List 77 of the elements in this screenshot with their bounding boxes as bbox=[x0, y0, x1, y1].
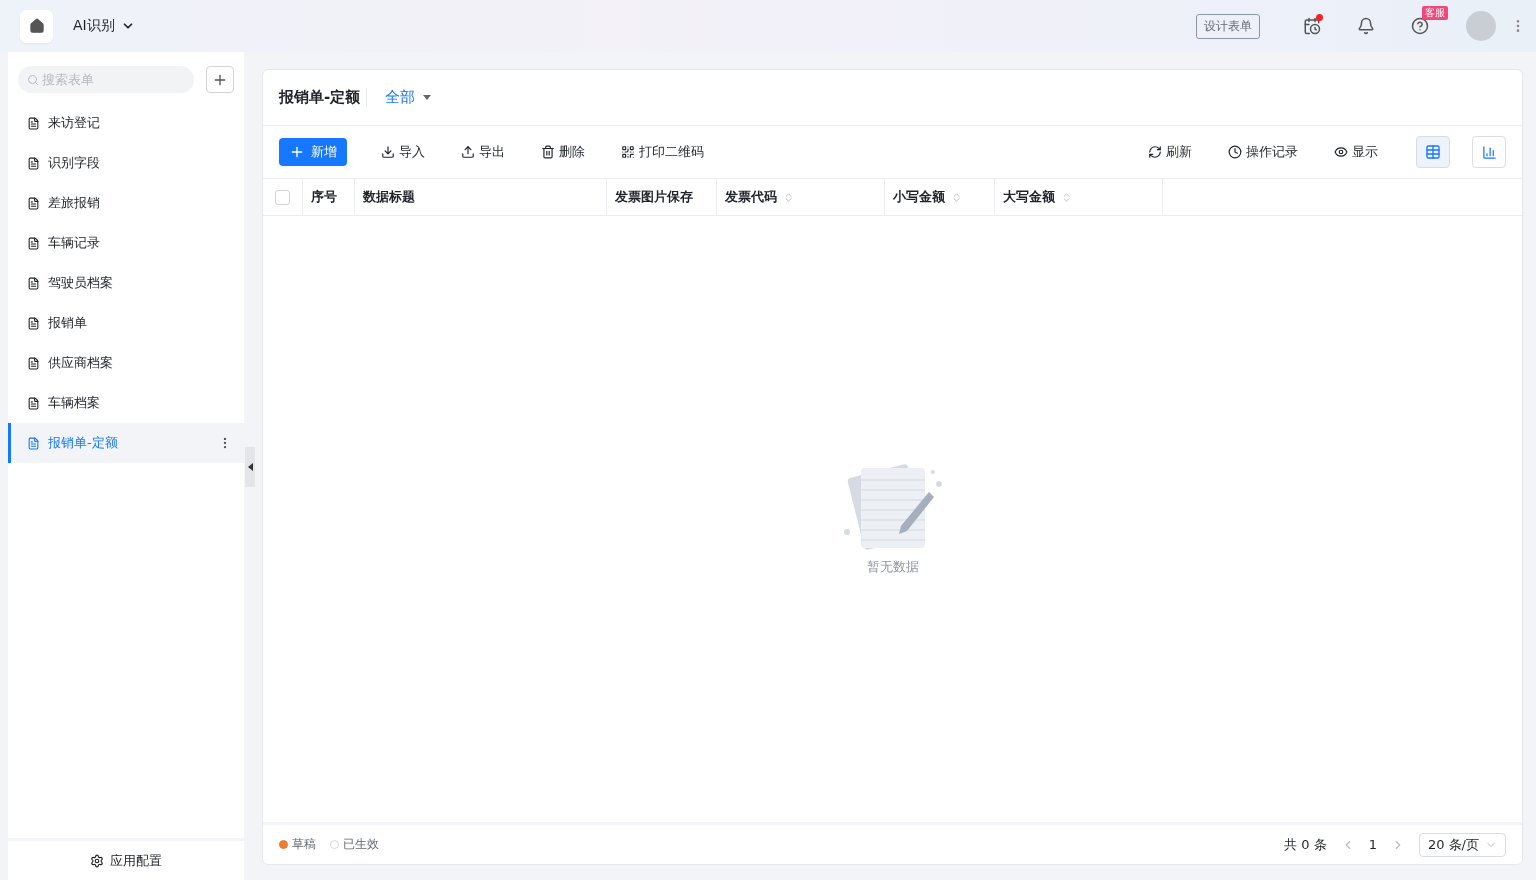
caret-icon bbox=[423, 95, 432, 100]
column-header[interactable]: 发票图片保存 bbox=[607, 179, 717, 215]
eye-icon bbox=[1334, 145, 1348, 159]
sidebar-item[interactable]: 供应商档案 bbox=[8, 343, 244, 383]
table-view-button[interactable] bbox=[1416, 136, 1450, 168]
help-icon bbox=[1411, 17, 1429, 35]
column-header[interactable]: 数据标题 bbox=[355, 179, 607, 215]
select-all-checkbox[interactable] bbox=[275, 189, 290, 205]
form-icon bbox=[27, 436, 40, 450]
print-qrcode-button[interactable]: 打印二维码 bbox=[611, 143, 714, 161]
total-count: 共 0 条 bbox=[1284, 835, 1327, 854]
form-icon bbox=[27, 316, 40, 330]
app-switcher[interactable]: AI识别 bbox=[67, 16, 141, 36]
design-form-button[interactable]: 设计表单 bbox=[1196, 13, 1260, 39]
home-button[interactable] bbox=[20, 9, 53, 43]
import-button[interactable]: 导入 bbox=[371, 143, 435, 161]
empty-text: 暂无数据 bbox=[866, 558, 919, 576]
sidebar-item[interactable]: 车辆档案 bbox=[8, 383, 244, 423]
status-legend: 已生效 bbox=[330, 836, 379, 853]
history-button[interactable]: 操作记录 bbox=[1218, 143, 1308, 161]
sidebar-item-label: 供应商档案 bbox=[48, 354, 114, 372]
refresh-button[interactable]: 刷新 bbox=[1138, 143, 1202, 161]
column-header[interactable]: 小写金额 bbox=[885, 179, 995, 215]
display-button[interactable]: 显示 bbox=[1324, 143, 1388, 161]
caret-left-icon bbox=[247, 463, 253, 471]
sidebar-item[interactable]: 车辆记录 bbox=[8, 223, 244, 263]
sidebar-item[interactable]: 驾驶员档案 bbox=[8, 263, 244, 303]
status-legend: 草稿 bbox=[279, 836, 316, 853]
form-icon bbox=[27, 396, 40, 410]
sidebar-item[interactable]: 识别字段 bbox=[8, 143, 244, 183]
sidebar-item[interactable]: 报销单 bbox=[8, 303, 244, 343]
filter-dropdown[interactable]: 全部 bbox=[379, 87, 438, 108]
add-button[interactable]: 新增 bbox=[279, 138, 347, 166]
sidebar-item-label: 报销单 bbox=[48, 314, 88, 332]
home-icon bbox=[28, 18, 45, 34]
sidebar-item-label: 驾驶员档案 bbox=[48, 274, 114, 292]
sidebar-item[interactable]: 报销单-定额 bbox=[8, 423, 244, 463]
form-icon bbox=[27, 236, 40, 250]
sidebar-item-label: 识别字段 bbox=[48, 154, 101, 172]
qrcode-icon bbox=[621, 145, 635, 159]
sidebar-item[interactable]: 差旅报销 bbox=[8, 183, 244, 223]
column-header[interactable]: 大写金额 bbox=[995, 179, 1163, 215]
column-header[interactable]: 发票代码 bbox=[717, 179, 885, 215]
bell-icon bbox=[1357, 17, 1375, 35]
add-form-button[interactable] bbox=[206, 66, 234, 93]
form-icon bbox=[27, 116, 40, 130]
page-number[interactable]: 1 bbox=[1368, 837, 1377, 852]
sidebar-item-label: 来访登记 bbox=[48, 114, 101, 132]
download-icon bbox=[381, 145, 395, 159]
sidebar-item-label: 报销单-定额 bbox=[48, 434, 119, 452]
clock-icon bbox=[1228, 145, 1242, 159]
column-header[interactable]: 序号 bbox=[303, 179, 355, 215]
form-icon bbox=[27, 356, 40, 370]
bar-chart-icon bbox=[1481, 144, 1497, 160]
export-button[interactable]: 导出 bbox=[451, 143, 515, 161]
settings-icon bbox=[90, 853, 104, 868]
collapse-handle[interactable] bbox=[245, 447, 255, 487]
page-size-select[interactable]: 20 条/页 bbox=[1418, 832, 1506, 857]
sidebar-item-label: 差旅报销 bbox=[48, 194, 101, 212]
form-icon bbox=[27, 196, 40, 210]
calendar-clock-icon bbox=[1303, 17, 1321, 35]
search-field[interactable]: 搜索表单 bbox=[18, 66, 194, 93]
support-badge[interactable]: 客服 bbox=[1422, 6, 1448, 20]
chart-view-button[interactable] bbox=[1472, 136, 1506, 168]
form-icon bbox=[27, 156, 40, 170]
sidebar-item[interactable]: 来访登记 bbox=[8, 103, 244, 143]
delete-button[interactable]: 删除 bbox=[531, 143, 595, 161]
sidebar-item-label: 车辆记录 bbox=[48, 234, 101, 252]
sidebar-item-label: 车辆档案 bbox=[48, 394, 101, 412]
form-icon bbox=[27, 276, 40, 290]
table-icon bbox=[1425, 144, 1441, 160]
trash-icon bbox=[541, 145, 555, 159]
upload-icon bbox=[461, 145, 475, 159]
refresh-icon bbox=[1148, 145, 1162, 159]
page-title: 报销单-定额 bbox=[279, 88, 368, 107]
plus-icon bbox=[289, 144, 305, 160]
search-icon bbox=[27, 74, 39, 86]
